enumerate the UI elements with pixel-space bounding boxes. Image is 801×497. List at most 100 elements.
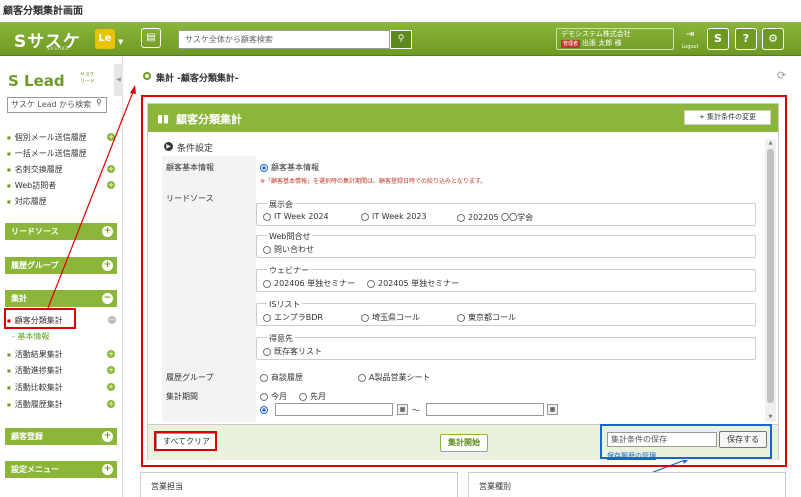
panel-scrollbar[interactable]: ▲ ▼ bbox=[765, 139, 776, 422]
s-app-button[interactable]: S bbox=[707, 28, 729, 50]
panel-header: ▮▮ 顧客分類集計 + 集計条件の変更 bbox=[148, 104, 778, 132]
plus-icon: + bbox=[102, 260, 113, 271]
highlight-save-area bbox=[600, 424, 772, 459]
start-date-input[interactable] bbox=[275, 403, 393, 416]
global-search-input[interactable]: サスケ全体から顧客検索 bbox=[178, 30, 390, 49]
customer-basic-note: ※「顧客基本情報」を選択時の集計期間は、顧客登録日時での絞り込みとなります。 bbox=[260, 178, 487, 185]
sidebar-item-activity-progress[interactable]: 活動進捗集計 bbox=[7, 365, 63, 376]
sidebar-collapse-handle[interactable]: ◀ bbox=[114, 64, 123, 96]
customer-basic-label: 顧客基本情報 bbox=[166, 163, 214, 172]
radio-inquiry[interactable]: 問い合わせ bbox=[263, 244, 314, 255]
highlight-sidebar-item bbox=[4, 308, 76, 329]
company-name: デモシステム株式会社 bbox=[561, 30, 631, 38]
plus-icon[interactable]: + bbox=[107, 383, 115, 391]
scroll-up-icon[interactable]: ▲ bbox=[765, 139, 776, 148]
radio-it-week-2024[interactable]: IT Week 2024 bbox=[263, 212, 329, 221]
panel-title: 顧客分類集計 bbox=[176, 113, 242, 126]
breadcrumb: 集計 -顧客分類集計- bbox=[156, 74, 239, 84]
plus-icon[interactable]: + bbox=[107, 133, 115, 141]
radio-it-week-2023[interactable]: IT Week 2023 bbox=[361, 212, 427, 221]
plus-icon[interactable]: + bbox=[107, 165, 115, 173]
sidebar-item-response-history[interactable]: 対応履歴 bbox=[7, 196, 47, 207]
radio-enterprise-bdr[interactable]: エンプラBDR bbox=[263, 312, 323, 323]
minus-icon[interactable]: − bbox=[108, 316, 116, 324]
sasuke-logo-sub: SASUKE bbox=[47, 46, 69, 51]
change-conditions-button[interactable]: + 集計条件の変更 bbox=[684, 110, 771, 125]
chat-icon[interactable]: ▤ bbox=[141, 28, 161, 48]
plus-icon[interactable]: + bbox=[107, 350, 115, 358]
chevron-down-icon[interactable]: ▼ bbox=[118, 38, 123, 46]
role-badge: 管理者 bbox=[561, 40, 581, 48]
sidebar-item-individual-mail[interactable]: 個別メール送信履歴 bbox=[7, 132, 87, 143]
arrow-right-icon: ▶ bbox=[164, 142, 173, 151]
plus-icon: + bbox=[102, 431, 113, 442]
plus-icon[interactable]: + bbox=[107, 366, 115, 374]
sales-person-card: 営業担当 bbox=[140, 472, 458, 497]
radio-custom-period[interactable] bbox=[260, 405, 271, 414]
sidebar-item-activity-compare[interactable]: 活動比較集計 bbox=[7, 382, 63, 393]
sidebar-section-customer-register[interactable]: 顧客登録 + bbox=[5, 428, 117, 445]
calendar-icon[interactable]: ▦ bbox=[397, 404, 408, 415]
breadcrumb-icon bbox=[143, 72, 151, 80]
radio-existing-customers[interactable]: 既存客リスト bbox=[263, 346, 322, 357]
sidebar-item-activity-history[interactable]: 活動履歴集計 bbox=[7, 399, 63, 410]
lead-source-label: リードソース bbox=[166, 194, 214, 203]
sasuke-lead-logo-sub: サスケ リード bbox=[80, 72, 96, 85]
sidebar-item-card-exchange[interactable]: 名刺交換履歴 bbox=[7, 164, 63, 175]
sidebar-section-history-group[interactable]: 履歴グループ + bbox=[5, 257, 117, 274]
search-icon[interactable]: ⚲ bbox=[390, 30, 412, 49]
plus-icon: + bbox=[102, 464, 113, 475]
radio-202205-conference[interactable]: 202205 〇〇学会 bbox=[457, 212, 533, 223]
sidebar-section-lead-source[interactable]: リードソース + bbox=[5, 223, 117, 240]
sidebar-item-bulk-mail[interactable]: 一括メール送信履歴 bbox=[7, 148, 87, 159]
plus-icon[interactable]: + bbox=[107, 400, 115, 408]
top-bar: Sサスケ SASUKE Le ▼ ▤ サスケ全体から顧客検索 ⚲ デモシステム株… bbox=[0, 22, 801, 56]
fieldset-webinar: ウェビナー 202406 単独セミナー 202405 単独セミナー bbox=[256, 265, 756, 292]
fieldset-clients: 得意先 既存客リスト bbox=[256, 333, 756, 360]
fieldset-exhibition: 展示会 IT Week 2024 IT Week 2023 202205 〇〇学… bbox=[256, 199, 756, 226]
plus-icon[interactable]: + bbox=[107, 181, 115, 189]
sidebar-item-web-visitors[interactable]: Web訪問者 bbox=[7, 180, 56, 191]
radio-202405-seminar[interactable]: 202405 単独セミナー bbox=[367, 278, 459, 289]
radio-customer-basic[interactable]: 顧客基本情報 bbox=[260, 162, 319, 173]
user-info[interactable]: デモシステム株式会社 管理者 出張 太郎 様 bbox=[556, 28, 674, 50]
radio-last-month[interactable]: 先月 bbox=[299, 391, 326, 402]
radio-sales-talk-history[interactable]: 商談履歴 bbox=[260, 372, 303, 383]
logout-icon: ⇥ bbox=[685, 29, 695, 40]
bar-chart-icon: ▮▮ bbox=[157, 112, 170, 125]
end-date-input[interactable] bbox=[426, 403, 544, 416]
user-name: 出張 太郎 様 bbox=[582, 39, 622, 47]
fieldset-is-list: ISリスト エンプラBDR 埼玉県コール 東京都コール bbox=[256, 299, 756, 326]
scroll-down-icon[interactable]: ▼ bbox=[765, 413, 776, 422]
highlight-clear-button bbox=[154, 431, 217, 451]
sidebar-section-settings-menu[interactable]: 設定メニュー + bbox=[5, 461, 117, 478]
condition-title: ▶ 条件設定 bbox=[164, 141, 213, 154]
fieldset-web-inquiry: Web問合せ 問い合わせ bbox=[256, 231, 756, 258]
sidebar-item-activity-result[interactable]: 活動結果集計 bbox=[7, 349, 63, 360]
gear-icon[interactable]: ⚙ bbox=[762, 28, 784, 50]
start-aggregate-button[interactable]: 集計開始 bbox=[440, 434, 488, 452]
history-group-label: 履歴グループ bbox=[166, 373, 214, 382]
scroll-thumb[interactable] bbox=[767, 149, 774, 403]
sasuke-lead-logo: S Lead bbox=[8, 72, 65, 90]
radio-saitama-call[interactable]: 埼玉県コール bbox=[361, 312, 420, 323]
sidebar-search-input[interactable]: サスケ Lead から検索 bbox=[7, 97, 107, 113]
minus-icon: − bbox=[102, 293, 113, 304]
radio-tokyo-call[interactable]: 東京都コール bbox=[457, 312, 516, 323]
sales-type-card: 営業種別 bbox=[468, 472, 786, 497]
logout-label: Logout bbox=[681, 44, 699, 50]
radio-202406-seminar[interactable]: 202406 単独セミナー bbox=[263, 278, 355, 289]
aggregate-panel: ▮▮ 顧客分類集計 + 集計条件の変更 ▶ 条件設定 顧客基本情報 顧客基本情報… bbox=[147, 103, 779, 460]
logout-button[interactable]: ⇥ Logout bbox=[679, 28, 701, 50]
period-label: 集計期間 bbox=[166, 392, 198, 401]
sidebar-item-basic-info[interactable]: 基本情報 bbox=[12, 331, 49, 342]
radio-product-a-sheet[interactable]: A製品営業シート bbox=[358, 372, 430, 383]
plus-icon: + bbox=[102, 226, 113, 237]
help-icon[interactable]: ? bbox=[735, 28, 757, 50]
calendar-icon[interactable]: ▦ bbox=[547, 404, 558, 415]
lead-app-button[interactable]: Le bbox=[95, 29, 115, 49]
sidebar-section-aggregate[interactable]: 集計 − bbox=[5, 290, 117, 307]
refresh-icon[interactable]: ⟳ bbox=[777, 69, 786, 82]
search-icon[interactable]: ⚲ bbox=[96, 98, 102, 107]
radio-this-month[interactable]: 今月 bbox=[260, 391, 287, 402]
